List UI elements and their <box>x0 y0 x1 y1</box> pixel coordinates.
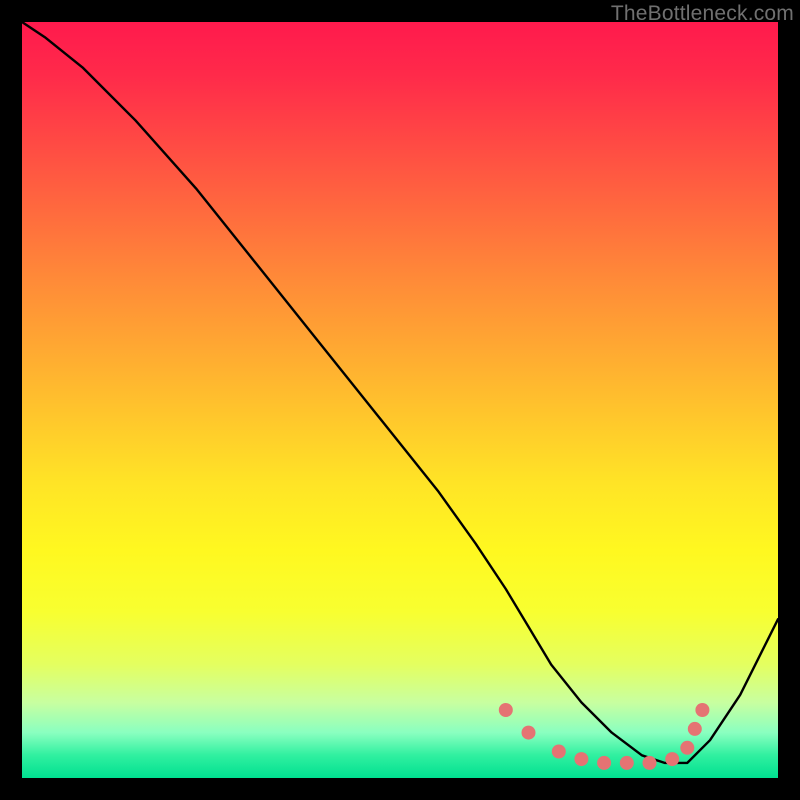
marker-dot <box>665 752 679 766</box>
watermark-text: TheBottleneck.com <box>611 2 794 26</box>
marker-dot <box>643 756 657 770</box>
chart-frame: TheBottleneck.com <box>0 0 800 800</box>
marker-dot <box>499 703 513 717</box>
marker-dot <box>597 756 611 770</box>
marker-dot <box>680 741 694 755</box>
marker-dot <box>552 745 566 759</box>
marker-dot <box>574 752 588 766</box>
chart-svg <box>22 22 778 778</box>
plot-area <box>22 22 778 778</box>
marker-dot <box>695 703 709 717</box>
marker-dot <box>620 756 634 770</box>
marker-dot <box>522 726 536 740</box>
marker-dot <box>688 722 702 736</box>
curve-line <box>22 22 778 763</box>
marker-cluster <box>499 703 710 770</box>
